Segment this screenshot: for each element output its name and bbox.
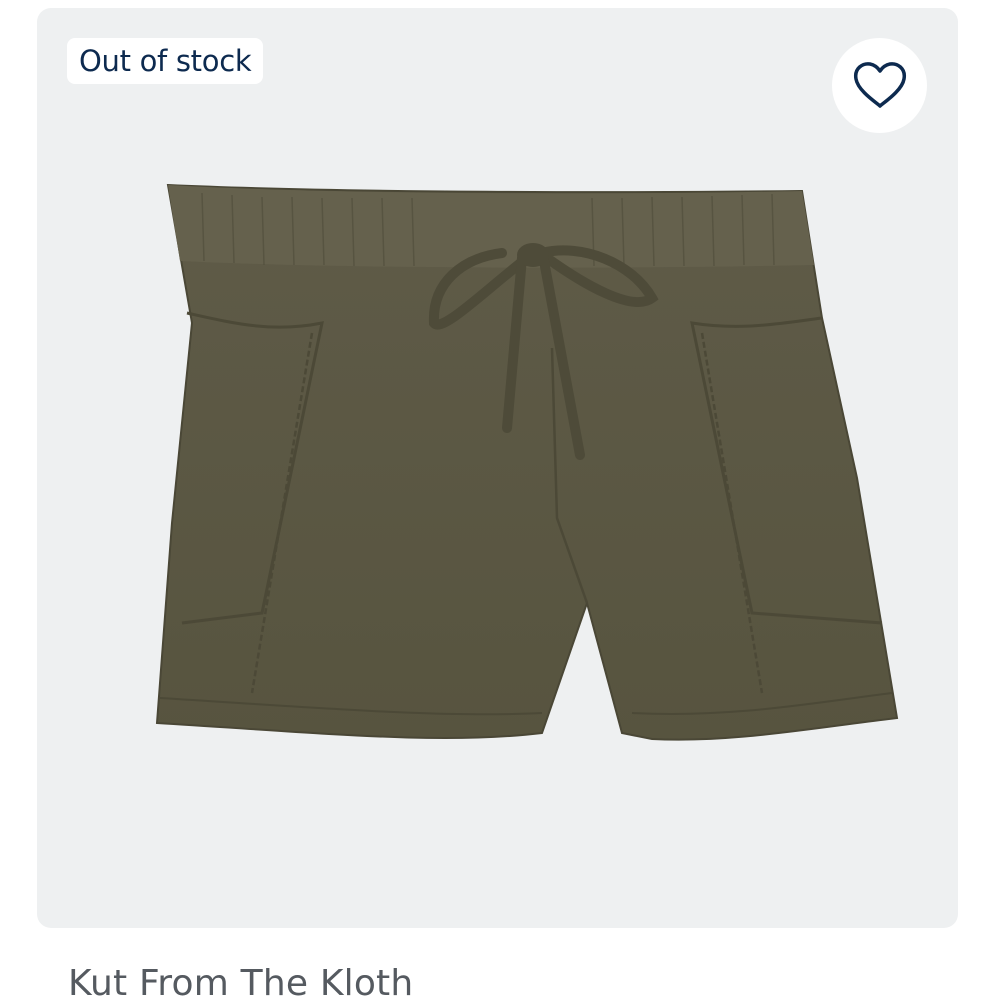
heart-icon [853,61,906,108]
product-card[interactable]: Out of stock [37,8,958,928]
product-page: Out of stock Kut From The Kloth [0,0,1000,1000]
product-brand[interactable]: Kut From The Kloth [68,962,413,1000]
stock-status-label: Out of stock [79,43,252,78]
favorite-button[interactable] [832,38,927,133]
product-image[interactable] [112,173,902,763]
stock-status-badge: Out of stock [67,38,264,84]
